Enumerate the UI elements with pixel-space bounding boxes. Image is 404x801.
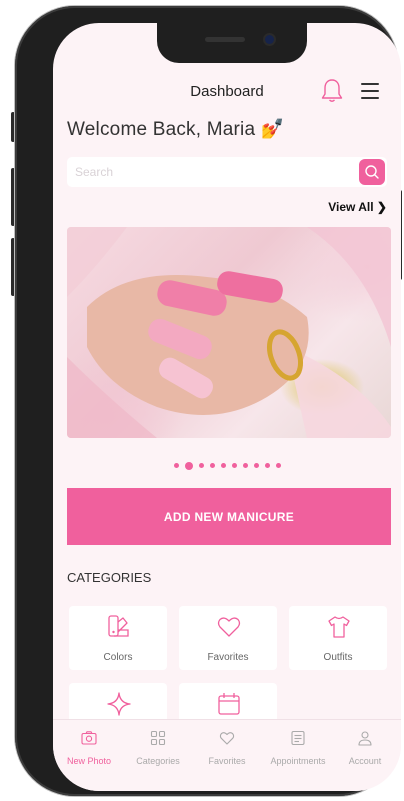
carousel-dot[interactable] [275, 463, 281, 469]
notch [157, 23, 307, 63]
manicure-photo [67, 227, 391, 438]
tab-new-photo[interactable]: New Photo [55, 730, 123, 766]
tab-label: Categories [136, 756, 180, 766]
category-label: Colors [103, 652, 133, 663]
view-all-link[interactable]: View All ❯ [328, 200, 387, 214]
tab-favorites[interactable]: Favorites [193, 730, 261, 766]
bottom-tab-bar: New Photo Categories Favorites Appointme… [53, 719, 401, 791]
bell-icon[interactable] [320, 78, 344, 104]
calendar-icon [218, 693, 240, 715]
tshirt-icon [328, 616, 350, 638]
tab-account[interactable]: Account [331, 730, 399, 766]
carousel-dot[interactable] [173, 463, 179, 469]
carousel-dot[interactable] [231, 463, 237, 469]
category-label: Outfits [323, 652, 353, 663]
tab-label: New Photo [66, 756, 112, 766]
search-field[interactable]: Search [67, 157, 387, 187]
palette-icon [108, 615, 129, 637]
speaker [205, 37, 245, 42]
tab-label: Favorites [208, 756, 246, 766]
category-outfits[interactable]: Outfits [289, 606, 387, 670]
welcome-text: Welcome Back, Maria [67, 119, 256, 140]
menu-icon[interactable] [361, 83, 379, 99]
tab-categories[interactable]: Categories [124, 730, 192, 766]
category-favorites[interactable]: Favorites [179, 606, 277, 670]
featured-manicure-image[interactable] [67, 227, 391, 438]
app-screen: Dashboard Welcome Back, Maria 💅 Search V… [53, 23, 401, 791]
carousel-dot[interactable] [209, 463, 215, 469]
search-placeholder: Search [75, 165, 114, 179]
phone-frame: Dashboard Welcome Back, Maria 💅 Search V… [15, 6, 401, 796]
carousel-dot[interactable] [253, 463, 259, 469]
carousel-dot[interactable] [264, 463, 270, 469]
grid-icon [150, 730, 166, 746]
tab-appointments[interactable]: Appointments [264, 730, 332, 766]
category-colors[interactable]: Colors [69, 606, 167, 670]
search-icon [365, 165, 379, 179]
add-manicure-button[interactable]: ADD NEW MANICURE [67, 488, 391, 545]
carousel-dot[interactable] [242, 463, 248, 469]
heart-icon [217, 617, 241, 637]
user-icon [358, 731, 372, 746]
sparkle-icon [107, 692, 131, 716]
welcome-heading: Welcome Back, Maria 💅 [67, 117, 285, 141]
category-label: Favorites [207, 652, 249, 663]
front-camera [265, 35, 274, 44]
camera-icon [81, 731, 97, 745]
nail-polish-icon: 💅 [260, 119, 285, 140]
tab-label: Account [348, 756, 382, 766]
tab-label: Appointments [270, 756, 326, 766]
page-title: Dashboard [190, 83, 264, 100]
list-icon [291, 730, 305, 746]
heart-icon [219, 732, 235, 745]
carousel-dot-active[interactable] [184, 461, 193, 470]
carousel-dot[interactable] [220, 463, 226, 469]
categories-heading: CATEGORIES [67, 570, 152, 585]
carousel-dot[interactable] [198, 463, 204, 469]
search-button[interactable] [359, 159, 385, 185]
carousel-indicator[interactable] [53, 457, 401, 475]
